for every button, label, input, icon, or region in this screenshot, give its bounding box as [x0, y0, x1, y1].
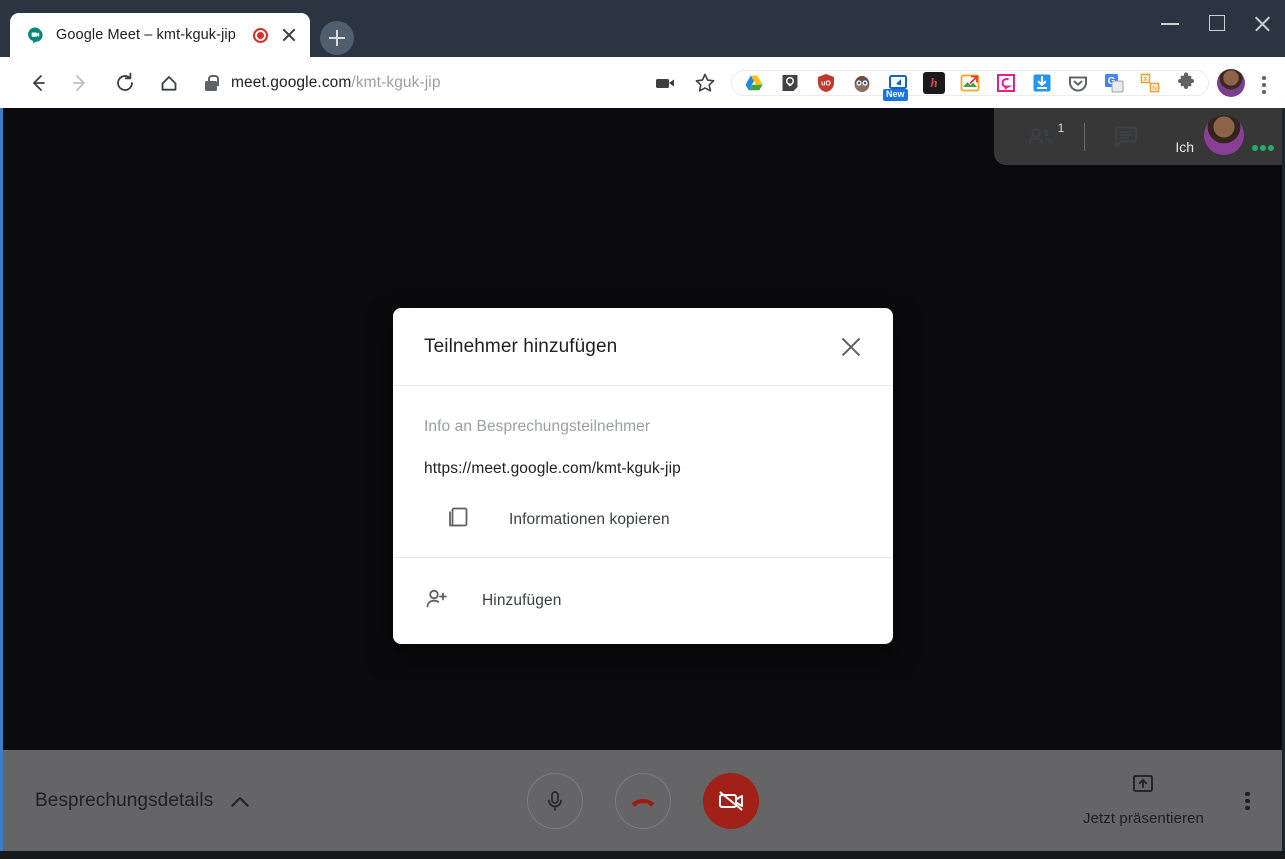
window-controls [1147, 0, 1285, 46]
camera-off-icon [718, 791, 743, 810]
address-bar[interactable]: meet.google.com/kmt-kguk-jip [204, 66, 645, 100]
hypothesis-extension[interactable]: h [923, 71, 945, 94]
present-now-button[interactable]: Jetzt präsentieren [1083, 774, 1204, 827]
new-tab-button[interactable] [320, 21, 354, 55]
google-translate-extension[interactable]: G [1103, 72, 1125, 94]
keep-note-extension[interactable] [779, 72, 801, 94]
maximize-icon[interactable] [1193, 0, 1239, 46]
pinterest-extension[interactable] [995, 72, 1017, 94]
tab-close-button[interactable] [278, 24, 300, 46]
toolbar-icon-group: uO New h G X N [645, 68, 1285, 101]
self-view[interactable]: Ich [1175, 114, 1274, 159]
image-tools-extension[interactable] [959, 72, 981, 94]
meet-top-bar: 1 Ich [994, 108, 1282, 165]
copy-icon [445, 504, 471, 535]
hangup-button[interactable] [614, 772, 671, 829]
extensions-puzzle-icon[interactable] [1175, 72, 1197, 94]
video-downloader-extension[interactable] [1031, 72, 1053, 94]
bookmark-star-icon[interactable] [690, 68, 720, 98]
google-drive-extension[interactable] [743, 72, 765, 94]
extension-new-badge: New [883, 88, 908, 101]
bottom-right-controls: Jetzt präsentieren [1083, 774, 1260, 827]
dialog-subtitle: Info an Besprechungsteilnehmer [424, 418, 651, 435]
privacy-badger-extension[interactable] [851, 72, 873, 94]
profile-avatar[interactable] [1217, 68, 1245, 97]
close-icon[interactable] [837, 333, 865, 361]
reload-icon[interactable] [106, 64, 144, 102]
svg-text:X: X [1143, 76, 1148, 83]
svg-text:N: N [1152, 85, 1157, 92]
copy-info-button[interactable]: Informationen kopieren [424, 504, 862, 535]
more-options-icon[interactable] [1234, 781, 1260, 821]
microphone-button[interactable] [526, 772, 583, 829]
dialog-body: Info an Besprechungsteilnehmer https://m… [393, 386, 893, 558]
chrome-menu-icon[interactable] [1251, 68, 1277, 98]
person-add-icon [424, 586, 450, 617]
add-participant-label: Hinzufügen [482, 592, 562, 609]
home-icon[interactable] [150, 64, 188, 102]
tab-strip: Google Meet – kmt-kguk-jip [0, 0, 1285, 57]
ublock-origin-extension[interactable]: uO [815, 72, 837, 94]
extensions-group: uO New h G X N [731, 69, 1209, 101]
present-screen-icon [1129, 774, 1157, 801]
meeting-link[interactable]: https://meet.google.com/kmt-kguk-jip [424, 460, 862, 478]
self-label: Ich [1175, 138, 1194, 155]
browser-window: Google Meet – kmt-kguk-jip meet.google.c… [0, 0, 1285, 859]
meet-bottom-bar: Besprechungsdetails Jetzt präsentieren [3, 750, 1282, 851]
chevron-up-icon [231, 791, 251, 811]
url-host: meet.google.com [231, 73, 352, 91]
meeting-details-button[interactable]: Besprechungsdetails [35, 790, 251, 812]
chat-icon[interactable] [1103, 117, 1149, 157]
lock-icon [204, 74, 219, 92]
camera-share-icon[interactable] [650, 68, 680, 98]
present-now-label: Jetzt präsentieren [1082, 810, 1204, 827]
participants-count: 1 [1057, 120, 1065, 135]
svg-text:uO: uO [821, 80, 831, 87]
close-window-icon[interactable] [1239, 0, 1285, 46]
people-icon[interactable]: 1 [1018, 117, 1066, 157]
pocket-extension[interactable] [1067, 72, 1089, 94]
camera-button[interactable] [702, 772, 759, 829]
copy-info-label: Informationen kopieren [509, 510, 670, 528]
recording-dot-icon [253, 27, 268, 43]
google-meet-icon [26, 26, 44, 44]
url-text: meet.google.com/kmt-kguk-jip [231, 74, 441, 92]
screenshot-extension[interactable]: New [883, 72, 909, 101]
tab-title: Google Meet – kmt-kguk-jip [56, 27, 236, 43]
minimize-icon[interactable] [1147, 0, 1193, 46]
xml-converter-extension[interactable]: X N [1139, 72, 1161, 94]
browser-toolbar: meet.google.com/kmt-kguk-jip uO New h G … [0, 57, 1285, 108]
window-edge-bottom [0, 851, 1285, 859]
add-participant-row[interactable]: Hinzufügen [393, 558, 893, 644]
browser-tab[interactable]: Google Meet – kmt-kguk-jip [10, 13, 310, 57]
self-avatar [1204, 114, 1244, 155]
hangup-phone-icon [631, 798, 654, 806]
meeting-details-label: Besprechungsdetails [35, 789, 214, 811]
divider [1084, 122, 1086, 151]
url-path: /kmt-kguk-jip [351, 73, 441, 91]
add-participant-dialog: Teilnehmer hinzufügen Info an Besprechun… [393, 308, 893, 644]
dialog-header: Teilnehmer hinzufügen [393, 308, 893, 386]
microphone-icon [547, 790, 562, 811]
mic-activity-dots [1250, 144, 1274, 151]
meet-page: 1 Ich Teilnehmer hinzufügen Info an Besp… [3, 108, 1282, 851]
window-edge-left [0, 108, 3, 851]
forward-arrow-icon [62, 64, 100, 102]
dialog-title: Teilnehmer hinzufügen [424, 335, 618, 357]
call-controls [526, 772, 759, 829]
back-arrow-icon[interactable] [18, 64, 56, 102]
